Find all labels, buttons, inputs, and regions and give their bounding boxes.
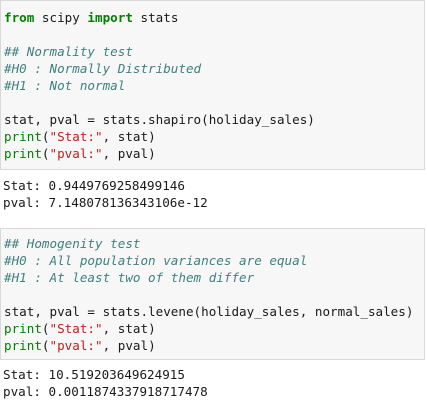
- print-args: , stat): [102, 129, 156, 144]
- paren-open: (: [41, 146, 50, 161]
- comment-line-1: ## Homogenity test: [4, 236, 141, 251]
- print-args: , pval): [102, 146, 156, 161]
- output-pval: pval: 7.148078136343106e-12: [3, 195, 208, 210]
- output-stat: Stat: 0.9449769258499146: [3, 178, 185, 193]
- print-pval-line: print("pval:", pval): [4, 337, 156, 354]
- keyword-import: import: [87, 10, 133, 25]
- output-cell-2: Stat: 10.519203649624915 pval: 0.0011874…: [0, 360, 427, 412]
- comment-line-2: #H0 : Normally Distributed: [4, 61, 202, 76]
- string-literal: "Stat:": [49, 321, 103, 336]
- string-literal: "pval:": [49, 146, 103, 161]
- print-args: , stat): [102, 321, 156, 336]
- levene-call-line: stat, pval = stats.levene(holiday_sales,…: [4, 304, 414, 319]
- paren-open: (: [41, 321, 50, 336]
- keyword-from: from: [4, 10, 35, 25]
- print-builtin: print: [4, 146, 42, 161]
- comment-line-3: #H1 : At least two of them differ: [4, 270, 255, 285]
- print-builtin: print: [4, 129, 42, 144]
- print-builtin: print: [4, 321, 42, 336]
- output-pval: pval: 0.0011874337918717478: [3, 384, 208, 399]
- module-name: scipy: [34, 10, 88, 25]
- code-cell-1[interactable]: from scipy import stats ## Normality tes…: [0, 0, 425, 170]
- comment-line-3: #H1 : Not normal: [4, 78, 126, 93]
- string-literal: "Stat:": [49, 129, 103, 144]
- import-line: from scipy import stats: [4, 9, 178, 26]
- code-cell-2[interactable]: ## Homogenity test #H0 : All population …: [0, 228, 425, 360]
- paren-open: (: [41, 129, 50, 144]
- comment-line-2: #H0 : All population variances are equal: [4, 253, 308, 268]
- shapiro-call-line: stat, pval = stats.shapiro(holiday_sales…: [4, 112, 315, 127]
- string-literal: "pval:": [49, 338, 103, 353]
- imported-name: stats: [132, 10, 179, 25]
- print-args: , pval): [102, 338, 156, 353]
- output-stat: Stat: 10.519203649624915: [3, 367, 185, 382]
- print-pval-line: print("pval:", pval): [4, 145, 156, 162]
- comment-line-1: ## Normality test: [4, 44, 133, 59]
- print-stat-line: print("Stat:", stat): [4, 320, 156, 337]
- output-cell-1: Stat: 0.9449769258499146 pval: 7.1480781…: [0, 170, 427, 228]
- print-stat-line: print("Stat:", stat): [4, 128, 156, 145]
- notebook: from scipy import stats ## Normality tes…: [0, 0, 427, 412]
- paren-open: (: [41, 338, 50, 353]
- print-builtin: print: [4, 338, 42, 353]
